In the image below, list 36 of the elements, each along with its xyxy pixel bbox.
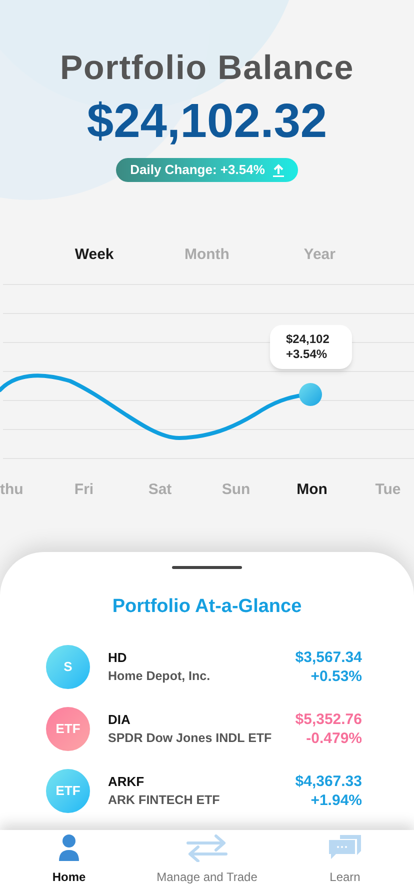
section-title: Portfolio At-a-Glance <box>112 595 302 619</box>
holding-badge: ETF <box>46 768 90 812</box>
nav-tab[interactable]: Learn <box>285 834 405 886</box>
holding-value: $4,367.33 <box>295 772 362 790</box>
drag-handle[interactable] <box>172 566 242 569</box>
holding-badge: ETF <box>46 706 90 750</box>
day-label: Fri <box>74 480 94 500</box>
holding-change: +1.94% <box>310 790 362 810</box>
page-title: Portfolio Balance <box>60 48 354 88</box>
day-label: Sun <box>222 480 250 500</box>
data-point-icon <box>299 382 322 406</box>
holding-name: Home Depot, Inc. <box>108 668 212 685</box>
ticker-symbol: ARKF <box>108 772 146 790</box>
day-label: Tue <box>375 480 401 500</box>
person-icon <box>58 834 80 862</box>
nav-tab[interactable]: Home <box>9 834 129 886</box>
ticker-symbol: HD <box>108 648 128 666</box>
swap-arrows-icon <box>186 834 228 862</box>
day-label: Sat <box>148 480 172 500</box>
nav-tab[interactable]: Manage and Trade <box>147 834 267 886</box>
holding-value: $3,567.34 <box>295 648 362 666</box>
holding-name: SPDR Dow Jones INDL ETF <box>108 730 273 746</box>
holding-name: ARK FINTECH ETF <box>108 792 221 808</box>
day-label: Mon <box>296 480 328 500</box>
ticker-symbol: DIA <box>108 710 132 728</box>
value-tooltip: $24,102 +3.54% <box>270 324 352 368</box>
holding-value: $5,352.76 <box>295 710 362 728</box>
balance-amount: $24,102.32 <box>86 94 328 150</box>
up-arrow-icon <box>272 164 284 176</box>
daily-change-pill: Daily Change: +3.54% <box>116 158 298 182</box>
chat-bubbles-icon <box>328 834 362 862</box>
holding-badge: S <box>46 644 90 688</box>
period-tab[interactable]: Week <box>54 244 134 266</box>
holding-change: -0.479% <box>306 728 362 748</box>
day-label: thu <box>0 480 24 500</box>
holding-change: +0.53% <box>310 666 362 686</box>
